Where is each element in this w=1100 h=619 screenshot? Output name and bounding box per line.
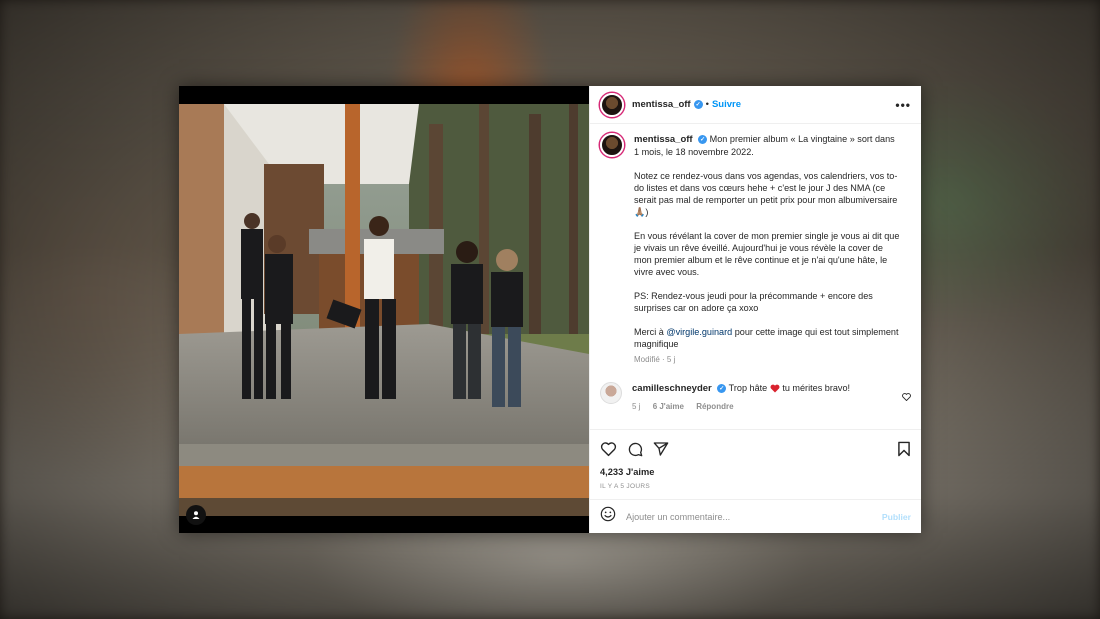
caption-paragraph-2: Notez ce rendez-vous dans vos agendas, v… xyxy=(634,171,898,217)
emoji-icon[interactable] xyxy=(600,506,616,527)
more-options-icon[interactable]: ••• xyxy=(895,98,911,112)
likes-count[interactable]: 4,233 J'aime xyxy=(600,467,911,477)
comment-body: camilleschneyder ✓ Trop hâte tu mérites … xyxy=(632,382,850,413)
caption-paragraph-1: mentissa_off ✓ Mon premier album « La vi… xyxy=(634,133,900,158)
caption-username[interactable]: mentissa_off xyxy=(634,134,693,145)
verified-badge-icon: ✓ xyxy=(717,384,727,394)
comment-item: camilleschneyder ✓ Trop hâte tu mérites … xyxy=(600,382,911,413)
photo-pane xyxy=(179,86,589,533)
share-send-icon[interactable] xyxy=(653,441,669,457)
post-actions: 4,233 J'aime IL Y A 5 JOURS xyxy=(590,429,921,499)
caption-meta: Modifié · 5 j xyxy=(634,355,676,364)
tagged-users-button[interactable] xyxy=(186,505,206,525)
commenter-avatar[interactable] xyxy=(600,382,622,404)
comment-bubble-icon[interactable] xyxy=(627,441,643,457)
comment-meta: 5 j 6 J'aime Répondre xyxy=(632,401,850,413)
post-sidebar: mentissa_off ✓ • Suivre ••• mentissa_off… xyxy=(589,86,921,533)
caption: mentissa_off ✓ Mon premier album « La vi… xyxy=(600,133,911,366)
album-cover-photo xyxy=(179,104,589,516)
red-heart-emoji-icon xyxy=(770,384,780,393)
add-comment-bar: Publier xyxy=(590,499,921,533)
comment-text-before: Trop hâte xyxy=(728,383,770,393)
comment-line: camilleschneyder ✓ Trop hâte tu mérites … xyxy=(632,382,850,395)
person-icon xyxy=(192,511,200,519)
comment-age: 5 j xyxy=(632,402,641,411)
action-icons-row xyxy=(600,438,911,460)
caption-author-avatar[interactable] xyxy=(600,133,624,157)
caption-text-5a: Merci à xyxy=(634,327,667,337)
comment-text-after: tu mérites bravo! xyxy=(782,383,851,393)
publish-button[interactable]: Publier xyxy=(882,512,911,522)
reply-button[interactable]: Répondre xyxy=(696,402,733,411)
post-date: IL Y A 5 JOURS xyxy=(600,483,650,490)
post-header: mentissa_off ✓ • Suivre ••• xyxy=(590,86,921,124)
commenter-username[interactable]: camilleschneyder xyxy=(632,383,712,394)
follow-button[interactable]: Suivre xyxy=(712,99,741,110)
verified-badge-icon: ✓ xyxy=(693,100,703,109)
comment-likes[interactable]: 6 J'aime xyxy=(653,402,684,411)
comments-section[interactable]: mentissa_off ✓ Mon premier album « La vi… xyxy=(590,124,921,429)
author-username[interactable]: mentissa_off xyxy=(632,99,691,110)
comment-input[interactable] xyxy=(626,511,882,522)
instagram-post-modal: mentissa_off ✓ • Suivre ••• mentissa_off… xyxy=(179,86,921,533)
save-bookmark-icon[interactable] xyxy=(897,441,911,457)
author-avatar[interactable] xyxy=(600,92,624,117)
mention-link[interactable]: @virgile.guinard xyxy=(666,327,732,337)
caption-paragraph-5: Merci à @virgile.guinard pour cette imag… xyxy=(634,326,900,350)
caption-paragraph-4: PS: Rendez-vous jeudi pour la précommand… xyxy=(634,291,873,313)
separator-dot: • xyxy=(705,99,709,110)
like-comment-heart-icon[interactable] xyxy=(902,388,911,406)
caption-body: mentissa_off ✓ Mon premier album « La vi… xyxy=(634,133,900,366)
post-photo[interactable] xyxy=(179,104,589,516)
like-heart-icon[interactable] xyxy=(600,441,617,457)
caption-paragraph-3: En vous révélant la cover de mon premier… xyxy=(634,231,900,277)
verified-badge-icon: ✓ xyxy=(698,135,708,145)
